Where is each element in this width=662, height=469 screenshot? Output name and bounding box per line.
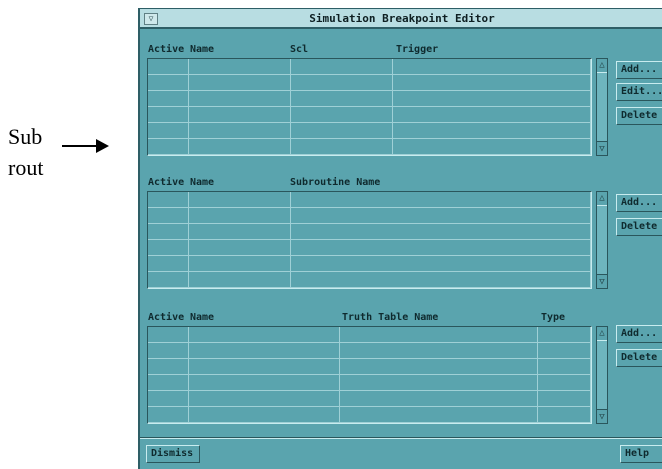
- col-header-type: Type: [541, 312, 566, 323]
- table-row[interactable]: [148, 192, 591, 208]
- col-header-trigger: Trigger: [396, 44, 439, 55]
- truth-table-breakpoint-table[interactable]: [147, 326, 592, 424]
- table-row[interactable]: [148, 224, 591, 240]
- col-header-name: Name: [190, 44, 215, 55]
- scroll-thumb[interactable]: [597, 340, 607, 410]
- window-titlebar[interactable]: ▽ Simulation Breakpoint Editor: [140, 9, 662, 29]
- col-header-name: Name: [190, 312, 215, 323]
- table-row[interactable]: [148, 343, 591, 359]
- table-row[interactable]: [148, 327, 591, 343]
- table-row[interactable]: [148, 91, 591, 107]
- table-row[interactable]: [148, 272, 591, 288]
- scroll-down-icon[interactable]: ▽: [597, 411, 607, 423]
- breakpoint-editor-window: ▽ Simulation Breakpoint Editor Active Na…: [138, 8, 662, 469]
- scl-table-scrollbar[interactable]: △ ▽: [596, 58, 608, 156]
- col-header-scl: Scl: [290, 44, 309, 55]
- table-row[interactable]: [148, 391, 591, 407]
- table-row[interactable]: [148, 75, 591, 91]
- col-header-name: Name: [190, 177, 215, 188]
- table-row[interactable]: [148, 59, 591, 75]
- scl-add-button[interactable]: Add...: [616, 61, 662, 79]
- scroll-up-icon[interactable]: △: [597, 192, 607, 204]
- table-row[interactable]: [148, 375, 591, 391]
- table-row[interactable]: [148, 407, 591, 423]
- table-row[interactable]: [148, 208, 591, 224]
- window-title: Simulation Breakpoint Editor: [309, 12, 495, 25]
- col-header-truth-table-name: Truth Table Name: [342, 312, 439, 323]
- annotation-label-rout: rout: [8, 155, 44, 180]
- table-row[interactable]: [148, 240, 591, 256]
- subroutine-breakpoint-table[interactable]: [147, 191, 592, 289]
- scroll-thumb[interactable]: [597, 72, 607, 142]
- scroll-up-icon[interactable]: △: [597, 59, 607, 71]
- help-button[interactable]: Help: [620, 445, 662, 463]
- col-header-active: Active: [148, 44, 185, 55]
- table-row[interactable]: [148, 139, 591, 155]
- scroll-down-icon[interactable]: ▽: [597, 143, 607, 155]
- table-row[interactable]: [148, 123, 591, 139]
- truth-table-scrollbar[interactable]: △ ▽: [596, 326, 608, 424]
- table-row[interactable]: [148, 359, 591, 375]
- truth-table-delete-button[interactable]: Delete: [616, 349, 662, 367]
- table-row[interactable]: [148, 256, 591, 272]
- annotation-arrow-icon: [62, 139, 109, 153]
- scroll-thumb[interactable]: [597, 205, 607, 275]
- col-header-active: Active: [148, 312, 185, 323]
- table-row[interactable]: [148, 107, 591, 123]
- scl-edit-button[interactable]: Edit...: [616, 83, 662, 101]
- col-header-subroutine-name: Subroutine Name: [290, 177, 381, 188]
- subroutine-table-scrollbar[interactable]: △ ▽: [596, 191, 608, 289]
- subroutine-delete-button[interactable]: Delete: [616, 218, 662, 236]
- subroutine-add-button[interactable]: Add...: [616, 194, 662, 212]
- truth-table-add-button[interactable]: Add...: [616, 325, 662, 343]
- dismiss-button[interactable]: Dismiss: [146, 445, 200, 463]
- annotation-label-sub: Sub: [8, 124, 43, 149]
- scl-delete-button[interactable]: Delete: [616, 107, 662, 125]
- col-header-active: Active: [148, 177, 185, 188]
- scroll-down-icon[interactable]: ▽: [597, 276, 607, 288]
- footer-separator: [140, 437, 662, 439]
- scl-breakpoint-table[interactable]: [147, 58, 592, 156]
- scroll-up-icon[interactable]: △: [597, 327, 607, 339]
